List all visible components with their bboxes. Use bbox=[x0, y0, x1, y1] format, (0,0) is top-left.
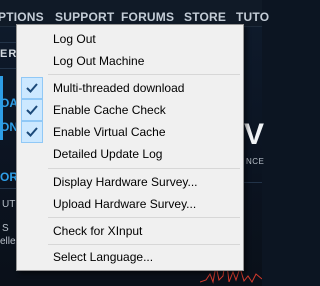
divider bbox=[0, 68, 16, 69]
checkmark-icon bbox=[21, 77, 43, 99]
divider bbox=[0, 188, 16, 189]
nav-item-tutorials[interactable]: TUTO bbox=[236, 10, 269, 24]
menu-item-log-out[interactable]: Log Out bbox=[20, 28, 240, 50]
menu-item-select-language[interactable]: Select Language... bbox=[20, 246, 240, 268]
menu-item-label: Display Hardware Survey... bbox=[53, 175, 198, 189]
menu-separator bbox=[48, 74, 240, 75]
nav-item-store[interactable]: STORE bbox=[184, 10, 226, 24]
menu-item-label: Upload Hardware Survey... bbox=[53, 197, 197, 211]
text-fragment: elle bbox=[0, 236, 16, 247]
context-menu: Log Out Log Out Machine Multi-threaded d… bbox=[16, 24, 244, 271]
menu-item-enable-virtual-cache[interactable]: Enable Virtual Cache bbox=[20, 121, 240, 143]
menu-item-label: Log Out bbox=[53, 32, 96, 46]
divider bbox=[244, 182, 262, 183]
nav-item-options[interactable]: PTIONS bbox=[0, 10, 44, 24]
menu-item-label: Log Out Machine bbox=[53, 54, 145, 68]
menu-item-label: Select Language... bbox=[53, 250, 154, 264]
menu-separator bbox=[48, 244, 240, 245]
menu-item-enable-cache-check[interactable]: Enable Cache Check bbox=[20, 99, 240, 121]
menu-item-label: Detailed Update Log bbox=[53, 147, 163, 161]
menu-item-multi-threaded-download[interactable]: Multi-threaded download bbox=[20, 77, 240, 99]
divider bbox=[0, 42, 16, 43]
top-navigation-bar: PTIONS SUPPORT FORUMS STORE TUTO bbox=[0, 0, 269, 27]
menu-item-label: Check for XInput bbox=[53, 224, 143, 238]
menu-item-upload-hardware-survey[interactable]: Upload Hardware Survey... bbox=[20, 193, 240, 215]
menu-separator bbox=[48, 217, 240, 218]
menu-item-detailed-update-log[interactable]: Detailed Update Log bbox=[20, 143, 240, 165]
menu-item-display-hardware-survey[interactable]: Display Hardware Survey... bbox=[20, 171, 240, 193]
menu-item-check-for-xinput[interactable]: Check for XInput bbox=[20, 220, 240, 242]
menu-item-label: Multi-threaded download bbox=[53, 81, 185, 95]
menu-separator bbox=[48, 168, 240, 169]
text-fragment: S bbox=[2, 223, 9, 234]
menu-item-log-out-machine[interactable]: Log Out Machine bbox=[20, 50, 240, 72]
checkmark-icon bbox=[21, 99, 43, 121]
menu-item-label: Enable Cache Check bbox=[53, 103, 166, 117]
text-fragment: UT bbox=[2, 199, 16, 210]
menu-item-label: Enable Virtual Cache bbox=[53, 125, 166, 139]
nav-item-forums[interactable]: FORUMS bbox=[121, 10, 174, 24]
checkmark-icon bbox=[21, 121, 43, 143]
logo-fragment: V bbox=[244, 118, 265, 151]
nav-item-support[interactable]: SUPPORT bbox=[55, 10, 114, 24]
text-fragment: NCE bbox=[246, 157, 265, 166]
